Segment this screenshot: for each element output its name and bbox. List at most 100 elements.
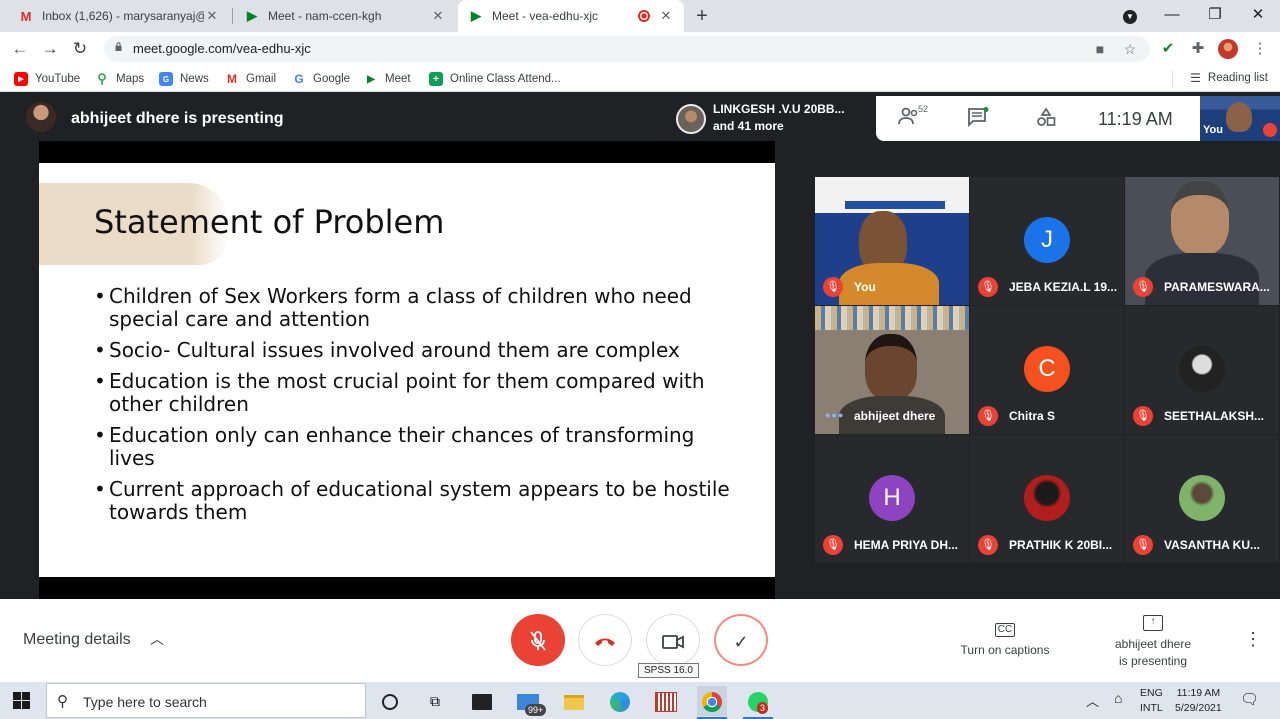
youtube-icon: ▶ <box>14 72 28 86</box>
conference-banner-stripe <box>845 201 945 209</box>
language-line1: ENG <box>1140 687 1163 699</box>
bookmark-youtube[interactable]: ▶ YouTube <box>14 71 80 87</box>
closed-captions-icon: CC <box>994 623 1016 637</box>
camera-in-use-icon[interactable]: ■ <box>1092 41 1108 57</box>
captions-button[interactable]: CC Turn on captions <box>950 619 1060 657</box>
taskbar-clock[interactable]: 11:19 AM 5/29/2021 <box>1175 686 1222 716</box>
windows-taskbar: ⚲ Type here to search ⧉ 99+ 3 ︿ ⌂ ENG IN… <box>0 682 1280 719</box>
taskbar-search-box[interactable]: ⚲ Type here to search <box>46 683 366 718</box>
browser-tab-strip: M Inbox (1,626) - marysaranyaj@sk ✕ ▶ Me… <box>0 0 1280 32</box>
participant-face <box>865 334 917 400</box>
camera-toggle-button[interactable] <box>646 614 700 666</box>
google-icon: G <box>294 72 304 86</box>
participant-tile-hema[interactable]: H 🎙 HEMA PRIYA DH... <box>815 435 969 563</box>
participant-tile-you[interactable]: 🎙 You <box>815 177 969 305</box>
close-tab-icon[interactable]: ✕ <box>658 8 674 24</box>
tab-divider <box>232 8 233 24</box>
participant-tile-vasantha[interactable]: 🎙 VASANTHA KU... <box>1125 435 1279 563</box>
language-indicator[interactable]: ENG INTL <box>1140 686 1163 716</box>
mail-badge: 99+ <box>525 704 547 716</box>
slide-bullets: Children of Sex Workers form a class of … <box>94 285 734 532</box>
close-tab-icon[interactable]: ✕ <box>430 8 446 24</box>
store-icon[interactable] <box>467 686 497 716</box>
people-svg <box>898 107 918 125</box>
presentation-slide: Statement of Problem Children of Sex Wor… <box>39 163 775 577</box>
meeting-details-button[interactable]: Meeting details <box>23 631 131 649</box>
file-explorer-icon[interactable] <box>559 686 589 716</box>
whatsapp-icon[interactable]: 3 <box>743 686 773 719</box>
captions-label: Turn on captions <box>960 643 1050 657</box>
close-tab-icon[interactable]: ✕ <box>204 8 220 24</box>
back-icon[interactable]: ← <box>8 37 32 61</box>
lock-icon <box>115 42 122 51</box>
checkmark-button[interactable]: ✓ <box>714 614 768 666</box>
leave-call-button[interactable] <box>578 614 632 666</box>
restore-icon[interactable]: ❐ <box>1193 0 1237 32</box>
self-view-thumbnail[interactable]: You <box>1200 96 1280 141</box>
chevron-up-icon[interactable]: ︿ <box>150 629 164 649</box>
participant-name: Chitra S <box>1009 409 1056 423</box>
reading-list-button[interactable]: ☰ Reading list <box>1190 71 1268 85</box>
participant-initial-avatar: C <box>1024 346 1070 392</box>
forward-icon[interactable]: → <box>38 37 62 61</box>
chat-icon[interactable] <box>965 107 991 131</box>
chrome-menu-icon[interactable]: ⋮ <box>1250 39 1270 59</box>
mic-toggle-button[interactable] <box>511 614 565 666</box>
bookmark-maps[interactable]: ⚲ Maps <box>95 71 144 87</box>
slide-bullet: Education is the most crucial point for … <box>94 370 734 416</box>
mic-off-icon: 🎙 <box>1133 535 1153 555</box>
profile-avatar[interactable] <box>1218 39 1238 59</box>
bookmark-gmail[interactable]: M Gmail <box>225 71 276 87</box>
participant-tile-seethalaksh[interactable]: 🎙 SEETHALAKSH... <box>1125 306 1279 434</box>
omnibox[interactable]: meet.google.com/vea-edhu-xjc ■ ☆ <box>104 36 1150 62</box>
extensions-icon[interactable]: ✚ <box>1188 39 1208 59</box>
notification-center-icon[interactable]: 🗨 <box>1240 690 1259 708</box>
checkmark-extension-icon[interactable]: ✔ <box>1158 39 1178 59</box>
windows-start-icon[interactable] <box>13 692 30 709</box>
participant-photo-avatar <box>1179 475 1225 521</box>
more-options-icon[interactable]: ⋮ <box>1244 629 1262 650</box>
reload-icon[interactable]: ↻ <box>68 37 92 61</box>
bookmark-online-class[interactable]: + Online Class Attend... <box>429 71 561 87</box>
mail-icon[interactable]: 99+ <box>513 686 547 716</box>
tab-inbox[interactable]: M Inbox (1,626) - marysaranyaj@sk ✕ <box>8 0 230 32</box>
bookmark-label: Maps <box>116 73 145 85</box>
mic-off-icon <box>1263 123 1277 137</box>
tab-meet-vea[interactable]: ▶ Meet - vea-edhu-xjc ✕ <box>458 0 684 32</box>
gmail-icon: M <box>20 8 32 24</box>
activities-icon[interactable] <box>1033 107 1059 131</box>
bookmark-star-icon[interactable]: ☆ <box>1122 41 1138 57</box>
task-view-icon[interactable]: ⧉ <box>420 686 450 716</box>
minimize-icon[interactable]: — <box>1150 0 1194 32</box>
network-icon[interactable]: ⌂ <box>1114 690 1122 706</box>
slide-bullet: Children of Sex Workers form a class of … <box>94 285 734 331</box>
spss-icon[interactable] <box>651 686 681 716</box>
bookmark-meet[interactable]: ▶ Meet <box>364 71 410 87</box>
participant-tile-chitra[interactable]: C 🎙 Chitra S <box>970 306 1124 434</box>
tab-search-icon[interactable]: ▼ <box>1108 0 1152 32</box>
taskbar-date: 5/29/2021 <box>1175 702 1222 714</box>
meet-stage: abhijeet dhere is presenting LINKGESH .V… <box>0 96 1280 599</box>
activities-svg <box>1037 107 1056 126</box>
meeting-clock: 11:19 AM <box>1098 109 1173 129</box>
chrome-icon[interactable] <box>697 686 727 719</box>
bookmark-news[interactable]: G News <box>159 71 209 87</box>
participant-photo-avatar <box>1024 475 1070 521</box>
participant-tile-parameswara[interactable]: 🎙 PARAMESWARA... <box>1125 177 1279 305</box>
new-tab-button[interactable]: + <box>692 4 712 28</box>
participant-tile-prathik[interactable]: 🎙 PRATHIK K 20BI... <box>970 435 1124 563</box>
cortana-icon[interactable] <box>375 686 405 716</box>
show-hidden-icons-icon[interactable]: ︿ <box>1086 691 1099 710</box>
tab-meet-nam[interactable]: ▶ Meet - nam-ccen-kgh ✕ <box>234 0 456 32</box>
participant-tile-jeba[interactable]: J 🎙 JEBA KEZIA.L 19... <box>970 177 1124 305</box>
participant-name: SEETHALAKSH... <box>1164 409 1265 423</box>
more-participants-chip[interactable]: LINKGESH .V.U 20BB... and 41 more <box>669 96 875 141</box>
edge-icon[interactable] <box>605 686 635 716</box>
hang-up-icon <box>595 638 615 647</box>
more-participants-count: and 41 more <box>713 119 784 133</box>
present-button[interactable]: ↑ abhijeet dhere is presenting <box>1098 611 1208 670</box>
participant-tile-abhijeet[interactable]: ●●● abhijeet dhere <box>815 306 969 434</box>
bookmark-google[interactable]: G Google <box>292 71 350 87</box>
url-text: meet.google.com/vea-edhu-xjc <box>133 41 311 56</box>
close-window-icon[interactable]: ✕ <box>1236 0 1280 32</box>
